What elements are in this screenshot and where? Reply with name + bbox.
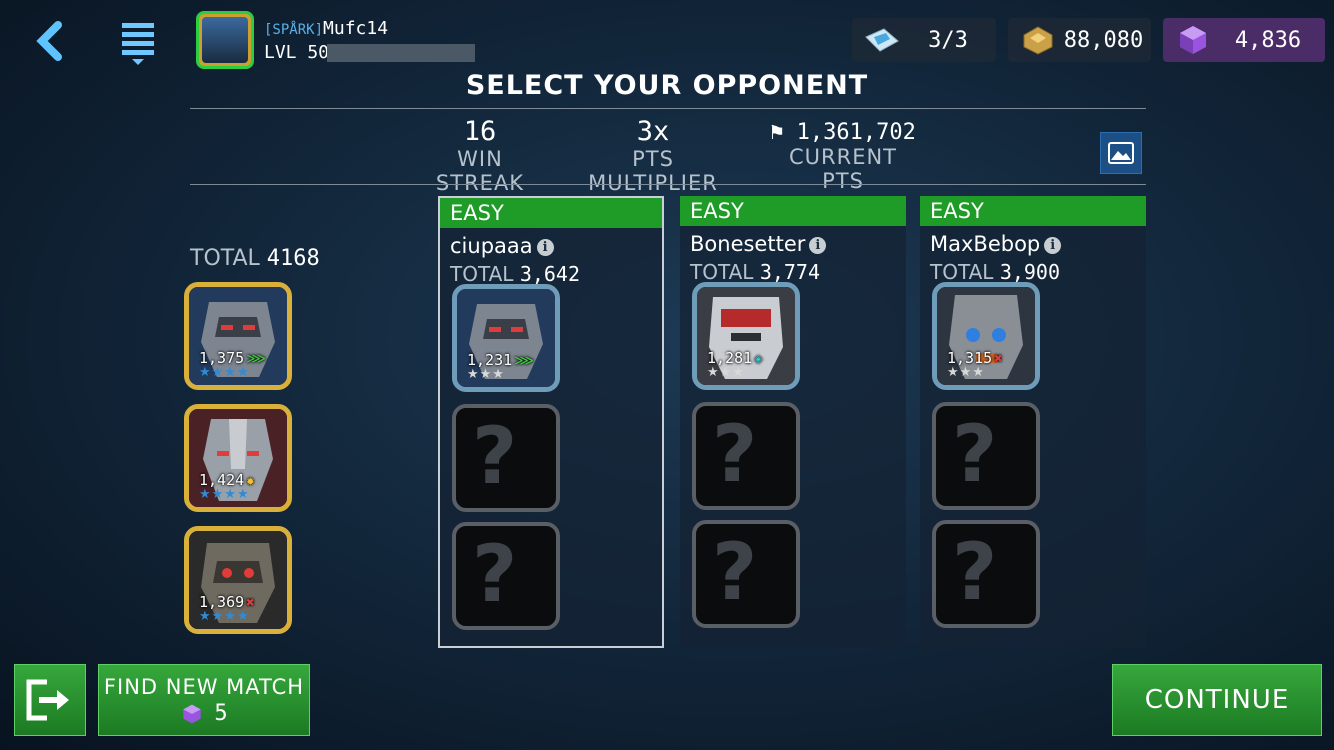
find-new-match-button[interactable]: FIND NEW MATCH 5 (98, 664, 310, 736)
opponent-bot-card[interactable]: 1,315 ✖ ★★★ (932, 282, 1040, 390)
gold-value: 88,080 (1063, 27, 1144, 53)
find-cost-value: 5 (214, 701, 228, 726)
opponent-name: Bonesetter i (690, 232, 827, 256)
current-pts-stat: ⚑ 1,361,702 CURRENT PTS (766, 116, 920, 193)
my-team-total: TOTAL 4168 (190, 246, 320, 271)
difficulty-badge: EASY (920, 196, 1146, 226)
bot-stars: ★★★ (707, 365, 745, 380)
gem-icon (1180, 26, 1206, 54)
current-pts-label: CURRENT PTS (788, 145, 898, 193)
opponent-name: MaxBebop i (930, 232, 1062, 256)
question-mark-icon: ? (712, 528, 758, 618)
opponent-total: TOTAL 3,642 (450, 262, 581, 286)
my-bot-card-2[interactable]: 1,424 ✹ ★★★★ (184, 404, 292, 512)
medic-class-icon: ◈ (754, 351, 763, 367)
question-mark-icon: ? (952, 410, 998, 500)
unknown-bot-card: ? (452, 522, 560, 630)
info-icon[interactable]: i (809, 236, 827, 254)
player-name: [SPÅRK]Mufc14 (264, 18, 388, 39)
screenshot-button[interactable] (1100, 132, 1142, 174)
bot-stars: ★★★★ (199, 487, 250, 502)
player-name-text: Mufc14 (323, 18, 389, 39)
opponent-panel-2[interactable]: EASY Bonesetter i TOTAL 3,774 1,281 ◈ ★★★ … (680, 196, 906, 648)
my-bot-card-3[interactable]: 1,369 ✖ ★★★★ (184, 526, 292, 634)
gold-icon (1023, 26, 1053, 55)
opponent-bot-card[interactable]: 1,281 ◈ ★★★ (692, 282, 800, 390)
my-team-total-label: TOTAL (190, 246, 260, 271)
energy-value: 3/3 (928, 27, 968, 53)
gem-counter[interactable]: 4,836 (1163, 18, 1325, 62)
difficulty-badge: EASY (440, 198, 662, 228)
unknown-bot-card: ? (692, 520, 800, 628)
chevron-left-icon (36, 21, 62, 61)
back-button[interactable] (22, 15, 78, 67)
energy-ticket-icon (865, 28, 899, 52)
opponent-total: TOTAL 3,900 (930, 260, 1061, 284)
demolisher-class-icon: ✖ (994, 351, 1003, 367)
page-title: SELECT YOUR OPPONENT (465, 70, 869, 101)
opponent-panel-3[interactable]: EASY MaxBebop i TOTAL 3,900 1,315 ✖ ★★★ ? … (920, 196, 1146, 648)
info-icon[interactable]: i (1044, 236, 1062, 254)
flag-icon: ⚑ (770, 120, 784, 145)
divider-top (190, 108, 1146, 109)
exit-icon (26, 679, 69, 721)
difficulty-badge: EASY (680, 196, 906, 226)
menu-icon (122, 23, 154, 65)
question-mark-icon: ? (952, 528, 998, 618)
unknown-bot-card: ? (932, 402, 1040, 510)
player-avatar[interactable] (196, 11, 254, 69)
gold-counter[interactable]: 88,080 (1008, 18, 1151, 62)
bot-stars: ★★★★ (199, 365, 250, 380)
bot-stars: ★★★★ (199, 609, 250, 624)
win-streak-value: 16 (463, 116, 497, 147)
alliance-tag: [SPÅRK] (264, 22, 324, 38)
multiplier-label: PTS MULTIPLIER (588, 147, 718, 195)
menu-button[interactable] (112, 15, 164, 67)
exit-button[interactable] (14, 664, 86, 736)
image-icon (1108, 142, 1134, 164)
gem-icon (183, 704, 202, 723)
continue-button[interactable]: CONTINUE (1112, 664, 1322, 736)
player-level: LVL 50 (264, 42, 330, 63)
multiplier-value: 3x (636, 116, 670, 147)
bot-stars: ★★★ (467, 367, 505, 382)
xp-bar (327, 44, 475, 62)
question-mark-icon: ? (712, 410, 758, 500)
opponent-name: ciupaaa i (450, 234, 554, 258)
divider-bottom (190, 184, 1146, 185)
info-icon[interactable]: i (536, 238, 554, 256)
question-mark-icon: ? (472, 412, 518, 502)
energy-counter[interactable]: 3/3 (852, 18, 996, 62)
question-mark-icon: ? (472, 530, 518, 620)
gem-value: 4,836 (1234, 27, 1302, 53)
win-streak-label: WIN STREAK (435, 147, 525, 195)
opponent-total: TOTAL 3,774 (690, 260, 821, 284)
current-pts-value: 1,361,702 (796, 120, 916, 145)
my-bot-card-1[interactable]: 1,375 ⋙ ★★★★ (184, 282, 292, 390)
my-team-total-value: 4168 (266, 246, 320, 271)
scout-class-icon: ⋙ (514, 353, 535, 369)
unknown-bot-card: ? (692, 402, 800, 510)
find-new-match-label: FIND NEW MATCH (103, 675, 305, 699)
unknown-bot-card: ? (932, 520, 1040, 628)
opponent-bot-card[interactable]: 1,231 ⋙ ★★★ (452, 284, 560, 392)
opponent-panel-1[interactable]: EASY ciupaaa i TOTAL 3,642 1,231 ⋙ ★★★ ? ? (438, 196, 664, 648)
unknown-bot-card: ? (452, 404, 560, 512)
bot-stars: ★★★ (947, 365, 985, 380)
